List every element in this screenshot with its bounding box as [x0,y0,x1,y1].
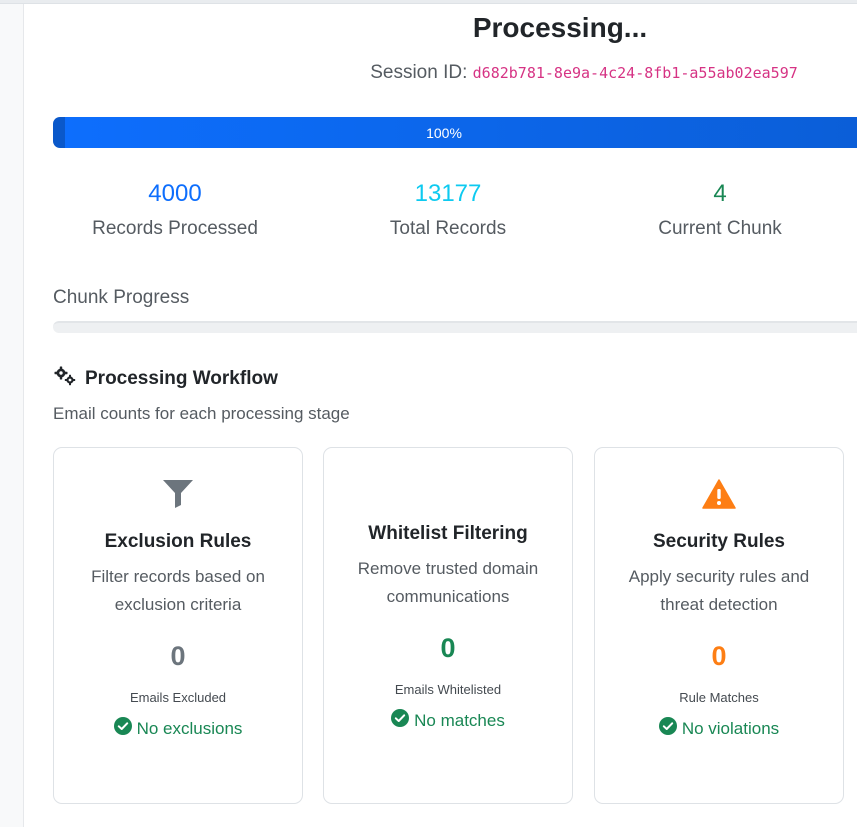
stat-value: 4 [713,180,727,207]
workflow-subtitle: Email counts for each processing stage [53,404,350,423]
stat-current-chunk: 4 Current Chunk [600,180,840,240]
card-whitelist-filtering: Whitelist Filtering Remove trusted domai… [323,447,573,804]
overall-progress-label: 100% [426,124,462,141]
card-count: 0 [440,633,456,663]
card-status-text: No matches [414,710,505,730]
chunk-progress-label: Chunk Progress [53,287,190,308]
warning-icon [595,479,843,509]
card-count-label: Emails Whitelisted [394,682,502,697]
filter-icon [54,478,302,508]
session-id: d682b781-8e9a-4c24-8fb1-a55ab02ea597 [472,64,798,82]
overall-progress-bar: 100% [53,117,857,148]
session-info: Session ID: d682b781-8e9a-4c24-8fb1-a55a… [300,62,857,84]
card-count: 0 [170,641,186,671]
stat-total-records: 13177 Total Records [328,180,568,240]
stat-label: Total Records [389,218,507,239]
card-status-text: No exclusions [136,718,243,738]
card-status: No violations [595,717,843,740]
card-status: No matches [324,709,572,732]
card-description: Remove trusted domain communications [357,559,539,606]
card-count: 0 [711,641,727,671]
workflow-heading: Processing Workflow [53,366,278,392]
card-title: Exclusion Rules [104,531,252,552]
card-title: Security Rules [653,531,785,552]
card-title: Whitelist Filtering [368,523,528,544]
card-count-label: Emails Excluded [129,690,227,705]
check-circle-icon [391,709,410,732]
left-sidebar-edge [0,0,24,827]
card-security-rules: Security Rules Apply security rules and … [594,447,844,804]
overall-progress-fill: 100% [53,117,857,148]
card-count-label: Rule Matches [679,690,759,705]
stat-label: Records Processed [92,218,258,239]
card-description: Apply security rules and threat detectio… [628,567,810,614]
card-description: Filter records based on exclusion criter… [91,567,265,614]
workflow-title: Processing Workflow [85,368,278,389]
chunk-progress-bar [53,321,857,333]
card-status: No exclusions [54,717,302,740]
stat-value: 13177 [414,180,482,207]
check-circle-icon [113,717,132,740]
card-status-text: No violations [681,718,780,738]
card-exclusion-rules: Exclusion Rules Filter records based on … [53,447,303,804]
gears-icon [53,366,77,392]
stat-label: Current Chunk [658,218,782,239]
check-circle-icon [658,717,677,740]
top-edge [0,0,857,4]
session-label: Session ID: [370,62,468,83]
stat-records-processed: 4000 Records Processed [55,180,295,240]
page-title: Processing... [472,12,648,43]
stat-value: 4000 [148,180,202,207]
